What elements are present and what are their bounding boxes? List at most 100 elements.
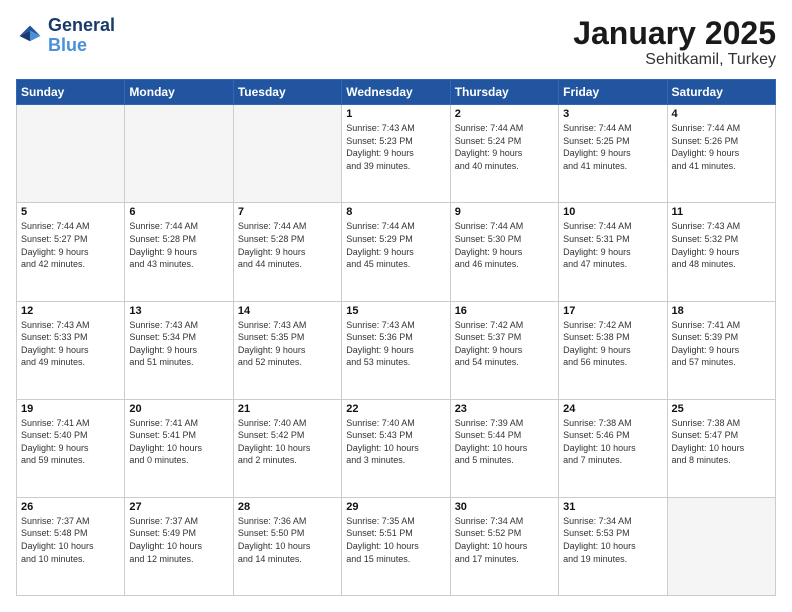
day-info: Sunrise: 7:37 AM Sunset: 5:48 PM Dayligh…	[21, 515, 120, 565]
day-number: 3	[563, 108, 662, 120]
table-row: 22 Sunrise: 7:40 AM Sunset: 5:43 PM Dayli…	[342, 399, 450, 497]
day-info: Sunrise: 7:44 AM Sunset: 5:28 PM Dayligh…	[129, 220, 228, 270]
day-number: 9	[455, 206, 554, 218]
day-number: 6	[129, 206, 228, 218]
table-row	[667, 497, 775, 595]
day-info: Sunrise: 7:40 AM Sunset: 5:42 PM Dayligh…	[238, 417, 337, 467]
day-number: 28	[238, 501, 337, 513]
table-row: 15 Sunrise: 7:43 AM Sunset: 5:36 PM Dayli…	[342, 301, 450, 399]
col-tuesday: Tuesday	[233, 80, 341, 105]
calendar-header-row: Sunday Monday Tuesday Wednesday Thursday…	[17, 80, 776, 105]
day-info: Sunrise: 7:38 AM Sunset: 5:46 PM Dayligh…	[563, 417, 662, 467]
table-row: 29 Sunrise: 7:35 AM Sunset: 5:51 PM Dayli…	[342, 497, 450, 595]
day-info: Sunrise: 7:43 AM Sunset: 5:36 PM Dayligh…	[346, 319, 445, 369]
table-row: 24 Sunrise: 7:38 AM Sunset: 5:46 PM Dayli…	[559, 399, 667, 497]
table-row: 11 Sunrise: 7:43 AM Sunset: 5:32 PM Dayli…	[667, 203, 775, 301]
title-block: January 2025 Sehitkamil, Turkey	[573, 16, 776, 69]
col-monday: Monday	[125, 80, 233, 105]
table-row: 8 Sunrise: 7:44 AM Sunset: 5:29 PM Daylig…	[342, 203, 450, 301]
day-info: Sunrise: 7:41 AM Sunset: 5:41 PM Dayligh…	[129, 417, 228, 467]
table-row: 25 Sunrise: 7:38 AM Sunset: 5:47 PM Dayli…	[667, 399, 775, 497]
day-number: 13	[129, 305, 228, 317]
table-row: 30Sunrise: 7:34 AM Sunset: 5:52 PM Dayli…	[450, 497, 558, 595]
calendar-week-1: 5 Sunrise: 7:44 AM Sunset: 5:27 PM Daylig…	[17, 203, 776, 301]
day-info: Sunrise: 7:44 AM Sunset: 5:30 PM Dayligh…	[455, 220, 554, 270]
day-number: 18	[672, 305, 771, 317]
header: General Blue January 2025 Sehitkamil, Tu…	[16, 16, 776, 69]
day-number: 19	[21, 403, 120, 415]
table-row: 19 Sunrise: 7:41 AM Sunset: 5:40 PM Dayli…	[17, 399, 125, 497]
day-info: Sunrise: 7:35 AM Sunset: 5:51 PM Dayligh…	[346, 515, 445, 565]
day-info: Sunrise: 7:43 AM Sunset: 5:33 PM Dayligh…	[21, 319, 120, 369]
table-row: 23 Sunrise: 7:39 AM Sunset: 5:44 PM Dayli…	[450, 399, 558, 497]
day-info: Sunrise: 7:43 AM Sunset: 5:23 PM Dayligh…	[346, 122, 445, 172]
table-row: 9 Sunrise: 7:44 AM Sunset: 5:30 PM Daylig…	[450, 203, 558, 301]
table-row: 12 Sunrise: 7:43 AM Sunset: 5:33 PM Dayli…	[17, 301, 125, 399]
logo-icon	[16, 22, 44, 50]
table-row: 4Sunrise: 7:44 AM Sunset: 5:26 PM Daylig…	[667, 105, 775, 203]
table-row: 2Sunrise: 7:44 AM Sunset: 5:24 PM Daylig…	[450, 105, 558, 203]
day-number: 27	[129, 501, 228, 513]
page: General Blue January 2025 Sehitkamil, Tu…	[0, 0, 792, 612]
main-title: January 2025	[573, 16, 776, 51]
day-info: Sunrise: 7:43 AM Sunset: 5:34 PM Dayligh…	[129, 319, 228, 369]
table-row: 13 Sunrise: 7:43 AM Sunset: 5:34 PM Dayli…	[125, 301, 233, 399]
logo-line1: General	[48, 16, 115, 36]
table-row: 17 Sunrise: 7:42 AM Sunset: 5:38 PM Dayli…	[559, 301, 667, 399]
calendar-week-4: 26Sunrise: 7:37 AM Sunset: 5:48 PM Dayli…	[17, 497, 776, 595]
day-number: 15	[346, 305, 445, 317]
col-wednesday: Wednesday	[342, 80, 450, 105]
day-info: Sunrise: 7:40 AM Sunset: 5:43 PM Dayligh…	[346, 417, 445, 467]
day-number: 12	[21, 305, 120, 317]
day-number: 1	[346, 108, 445, 120]
table-row	[233, 105, 341, 203]
table-row: 10 Sunrise: 7:44 AM Sunset: 5:31 PM Dayli…	[559, 203, 667, 301]
table-row: 1 Sunrise: 7:43 AM Sunset: 5:23 PM Daylig…	[342, 105, 450, 203]
day-number: 4	[672, 108, 771, 120]
day-info: Sunrise: 7:37 AM Sunset: 5:49 PM Dayligh…	[129, 515, 228, 565]
day-info: Sunrise: 7:44 AM Sunset: 5:27 PM Dayligh…	[21, 220, 120, 270]
day-number: 8	[346, 206, 445, 218]
day-number: 22	[346, 403, 445, 415]
logo-line2: Blue	[48, 35, 87, 55]
table-row: 18 Sunrise: 7:41 AM Sunset: 5:39 PM Dayli…	[667, 301, 775, 399]
table-row: 5 Sunrise: 7:44 AM Sunset: 5:27 PM Daylig…	[17, 203, 125, 301]
table-row: 31Sunrise: 7:34 AM Sunset: 5:53 PM Dayli…	[559, 497, 667, 595]
calendar: Sunday Monday Tuesday Wednesday Thursday…	[16, 79, 776, 596]
day-info: Sunrise: 7:42 AM Sunset: 5:38 PM Dayligh…	[563, 319, 662, 369]
logo: General Blue	[16, 16, 115, 56]
day-info: Sunrise: 7:44 AM Sunset: 5:28 PM Dayligh…	[238, 220, 337, 270]
table-row: 20 Sunrise: 7:41 AM Sunset: 5:41 PM Dayli…	[125, 399, 233, 497]
day-number: 25	[672, 403, 771, 415]
logo-text: General Blue	[48, 16, 115, 56]
day-number: 20	[129, 403, 228, 415]
day-number: 11	[672, 206, 771, 218]
day-info: Sunrise: 7:34 AM Sunset: 5:53 PM Dayligh…	[563, 515, 662, 565]
calendar-week-3: 19 Sunrise: 7:41 AM Sunset: 5:40 PM Dayli…	[17, 399, 776, 497]
col-saturday: Saturday	[667, 80, 775, 105]
day-number: 5	[21, 206, 120, 218]
day-number: 10	[563, 206, 662, 218]
table-row	[17, 105, 125, 203]
day-info: Sunrise: 7:44 AM Sunset: 5:29 PM Dayligh…	[346, 220, 445, 270]
day-info: Sunrise: 7:38 AM Sunset: 5:47 PM Dayligh…	[672, 417, 771, 467]
table-row: 21 Sunrise: 7:40 AM Sunset: 5:42 PM Dayli…	[233, 399, 341, 497]
day-info: Sunrise: 7:43 AM Sunset: 5:32 PM Dayligh…	[672, 220, 771, 270]
day-number: 17	[563, 305, 662, 317]
day-info: Sunrise: 7:41 AM Sunset: 5:40 PM Dayligh…	[21, 417, 120, 467]
day-number: 21	[238, 403, 337, 415]
day-number: 2	[455, 108, 554, 120]
col-friday: Friday	[559, 80, 667, 105]
day-info: Sunrise: 7:36 AM Sunset: 5:50 PM Dayligh…	[238, 515, 337, 565]
day-number: 24	[563, 403, 662, 415]
day-info: Sunrise: 7:44 AM Sunset: 5:31 PM Dayligh…	[563, 220, 662, 270]
table-row: 26Sunrise: 7:37 AM Sunset: 5:48 PM Dayli…	[17, 497, 125, 595]
day-number: 29	[346, 501, 445, 513]
table-row: 3Sunrise: 7:44 AM Sunset: 5:25 PM Daylig…	[559, 105, 667, 203]
table-row: 14Sunrise: 7:43 AM Sunset: 5:35 PM Dayli…	[233, 301, 341, 399]
table-row	[125, 105, 233, 203]
day-info: Sunrise: 7:39 AM Sunset: 5:44 PM Dayligh…	[455, 417, 554, 467]
day-number: 7	[238, 206, 337, 218]
day-info: Sunrise: 7:41 AM Sunset: 5:39 PM Dayligh…	[672, 319, 771, 369]
day-number: 23	[455, 403, 554, 415]
